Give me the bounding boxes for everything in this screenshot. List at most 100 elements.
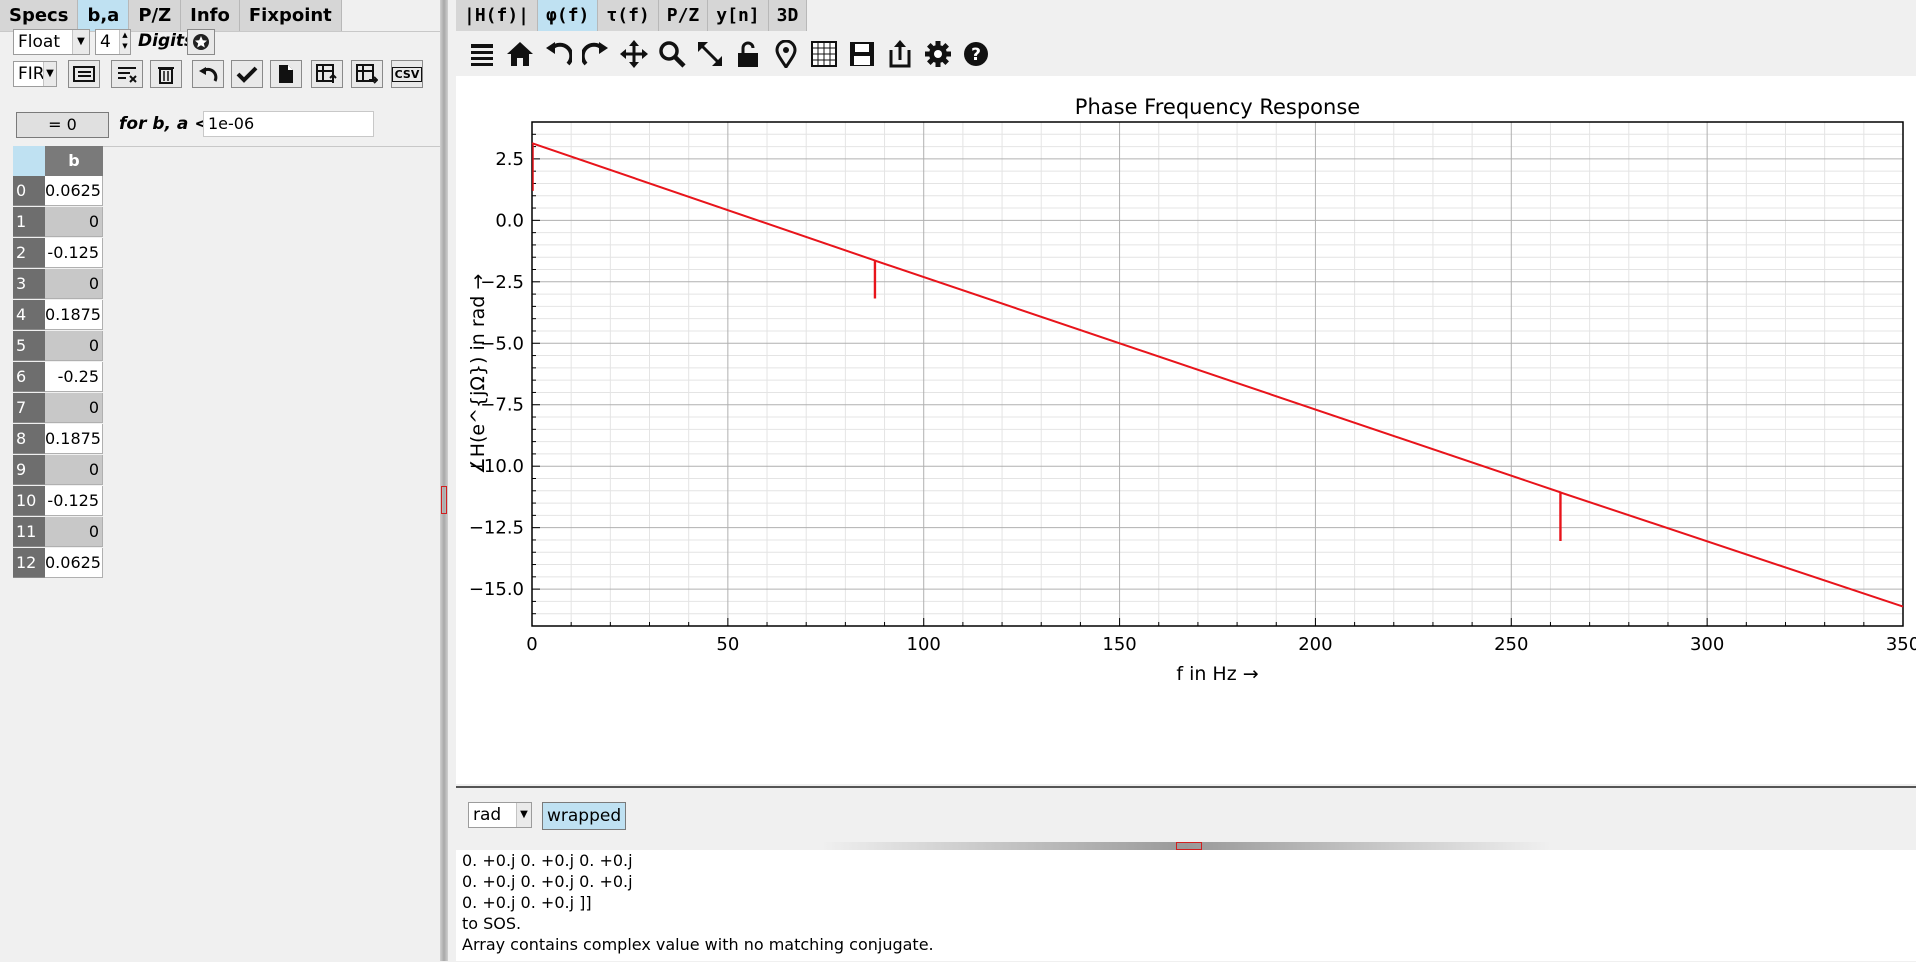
coef-cell[interactable]: 0.0625 [45,548,103,578]
row-index[interactable]: 11 [13,517,45,547]
format-select-value: Float [18,32,60,52]
copy-from-table-button[interactable] [351,60,383,88]
table-corner[interactable] [13,146,45,176]
help-icon[interactable]: ? [960,38,992,70]
copy-to-table-button[interactable] [311,60,343,88]
lock-icon[interactable] [732,38,764,70]
y-tick-label: −15.0 [469,579,524,600]
table-row: 70 [13,393,103,424]
tab-magnitude[interactable]: |H(f)| [456,0,539,31]
apply-button[interactable] [231,60,263,88]
row-index[interactable]: 7 [13,393,45,423]
row-index[interactable]: 3 [13,269,45,299]
quantize-button[interactable] [187,29,215,55]
table-row: 10 [13,207,103,238]
delete-rows-button[interactable] [111,60,143,88]
home-icon[interactable] [504,38,536,70]
tab-fixpoint[interactable]: Fixpoint [239,0,342,31]
list-icon [73,66,95,82]
coef-cell[interactable]: 0.1875 [45,300,103,330]
load-file-button[interactable] [270,60,302,88]
vertical-splitter[interactable] [440,0,448,961]
redo-icon[interactable] [580,38,612,70]
tab-impulse[interactable]: y[n] [708,0,769,31]
fullscreen-icon[interactable] [694,38,726,70]
coef-cell[interactable]: 0.0625 [45,176,103,206]
x-tick-label: 350 [1886,634,1916,655]
coef-cell[interactable]: -0.125 [45,238,103,268]
set-zero-button[interactable]: = 0 [16,112,109,138]
settings-icon[interactable] [922,38,954,70]
row-index[interactable]: 10 [13,486,45,516]
show-header-button[interactable] [68,60,100,88]
digits-spinbox[interactable]: 4 ▲ ▼ [95,29,131,55]
coef-cell[interactable]: -0.25 [45,362,103,392]
tab-specs[interactable]: Specs [0,0,79,31]
coef-cell[interactable]: 0 [45,207,103,237]
unit-select[interactable]: rad ▼ [468,802,532,828]
tab-group-delay[interactable]: τ(f) [598,0,659,31]
table-row: 11 0 [13,517,103,548]
row-index[interactable]: 4 [13,300,45,330]
row-index[interactable]: 0 [13,176,45,206]
pan-icon[interactable] [618,38,650,70]
phase-chart[interactable]: 0 50 100 150 200 250 300 3502.50.0−2.5−5.0−7.5−… [456,76,1916,782]
row-index[interactable]: 9 [13,455,45,485]
tab-3d[interactable]: 3D [768,0,808,31]
row-index[interactable]: 8 [13,424,45,454]
console-line: 0. +0.j 0. +0.j ]] [462,893,592,912]
x-tick-label: 0 [526,634,537,655]
csv-options-button[interactable]: CSV [391,60,423,88]
x-tick-label: 50 [716,634,739,655]
save-icon[interactable] [846,38,878,70]
tab-p-z[interactable]: P/Z [129,0,182,31]
left-tabbar: Specs b,a P/Z Info Fixpoint [0,0,342,32]
wrapped-toggle[interactable]: wrapped [542,802,627,830]
chevron-down-icon: ▼ [43,62,56,86]
plot-options-bar: rad ▼ wrapped [456,786,1916,844]
tab-phase[interactable]: φ(f) [538,0,599,31]
undo-table-button[interactable] [192,60,224,88]
svg-text:?: ? [971,45,981,65]
undo-icon[interactable] [542,38,574,70]
y-tick-label: 2.5 [495,149,524,170]
coef-cell[interactable]: 0 [45,517,103,547]
console-line: 0. +0.j 0. +0.j 0. +0.j [462,872,633,891]
x-axis-label: f in Hz → [1176,663,1258,685]
coef-cell[interactable]: 0 [45,269,103,299]
horizontal-splitter[interactable] [456,842,1916,850]
row-index[interactable]: 1 [13,207,45,237]
zoom-icon[interactable] [656,38,688,70]
row-index[interactable]: 5 [13,331,45,361]
x-tick-label: 150 [1102,634,1136,655]
coef-cell[interactable]: 0 [45,393,103,423]
table-row: 50 [13,331,103,362]
coef-cell[interactable]: -0.125 [45,486,103,516]
threshold-input[interactable]: 1e-06 [203,111,374,137]
table-row: 30 [13,269,103,300]
coef-cell[interactable]: 0 [45,331,103,361]
tab-b-a[interactable]: b,a [78,0,130,31]
tab-info[interactable]: Info [181,0,240,31]
table-row: 8 0.1875 [13,424,103,455]
grid-icon[interactable] [808,38,840,70]
y-tick-label: −12.5 [469,518,524,539]
menu-icon[interactable] [466,38,498,70]
coef-cell[interactable]: 0 [45,455,103,485]
y-tick-label: 0.0 [495,210,524,231]
checkmark-icon [236,66,258,83]
export-icon[interactable] [884,38,916,70]
row-index[interactable]: 12 [13,548,45,578]
coef-cell[interactable]: 0.1875 [45,424,103,454]
column-header-b[interactable]: b [45,146,103,176]
plot-panel: |H(f)| φ(f) τ(f) P/Z y[n] 3D ? 0 50 100 150 200 25… [448,0,1916,961]
filter-type-select[interactable]: FIR ▼ [13,61,57,87]
row-index[interactable]: 6 [13,362,45,392]
format-select[interactable]: Float ▼ [13,29,90,55]
clear-table-button[interactable] [150,60,182,88]
log-console[interactable]: 0. +0.j 0. +0.j 0. +0.j 0. +0.j 0. +0.j 0… [456,850,1916,961]
pin-icon[interactable] [770,38,802,70]
row-index[interactable]: 2 [13,238,45,268]
tab-pole-zero[interactable]: P/Z [658,0,709,31]
table-row: 4 0.1875 [13,300,103,331]
